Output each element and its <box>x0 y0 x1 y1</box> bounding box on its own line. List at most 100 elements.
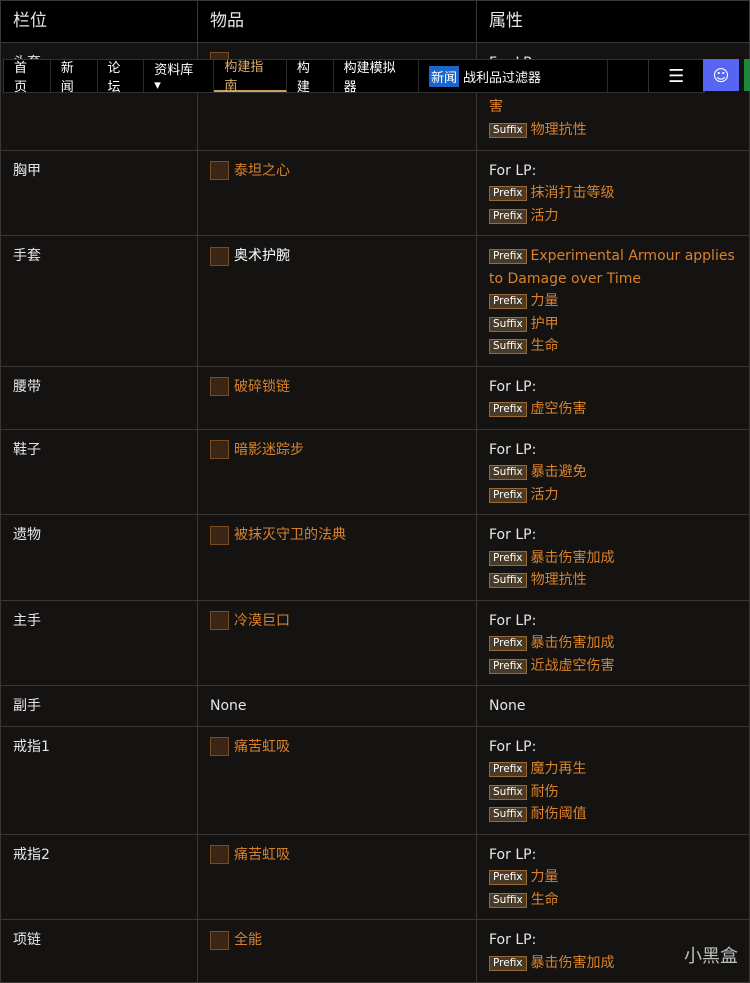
item-name: 全能 <box>234 932 262 948</box>
item-link[interactable]: 破碎锁链 <box>210 376 464 399</box>
attr-text: For LP: <box>489 527 537 543</box>
affix-text: 生命 <box>530 338 559 354</box>
item-cell: 痛苦虹吸 <box>197 833 477 920</box>
slot-name: 腰带 <box>13 378 41 395</box>
item-link[interactable]: 冷漠巨口 <box>210 610 464 633</box>
attr-text: For LP: <box>489 612 537 629</box>
affix-line: Prefix Experimental Armour applies to Dam… <box>489 245 737 290</box>
item-icon <box>210 246 229 266</box>
affix-line: Suffix 耐伤阈值 <box>489 803 737 826</box>
header-slot: 栏位 <box>0 0 198 43</box>
affix-line: Prefix 活力 <box>489 484 737 507</box>
nav-item[interactable]: 资料库 ▾ <box>144 60 215 93</box>
affix-badge: Suffix <box>489 465 527 480</box>
item-name: 冷漠巨口 <box>234 612 290 629</box>
affix-text: 抹消打击等级 <box>530 185 615 201</box>
item-name: 痛苦虹吸 <box>234 846 290 863</box>
item-icon <box>210 737 229 757</box>
affix-text: 虚空伤害 <box>530 401 587 417</box>
item-name: None <box>210 698 247 714</box>
watermark: 小黑盒 <box>684 946 738 967</box>
slot-name: 戒指1 <box>13 738 50 755</box>
header-attributes: 属性 <box>476 0 750 43</box>
attr-text: For LP: <box>489 738 537 755</box>
attr-text: For LP: <box>489 846 537 863</box>
item-cell: 奥术护腕 <box>197 235 477 367</box>
affix-line: Prefix 暴击伤害加成 <box>489 547 737 570</box>
affix-badge: Suffix <box>489 339 527 354</box>
item-name: 破碎锁链 <box>234 378 290 395</box>
item-icon <box>210 377 229 397</box>
discord-icon[interactable]: ☺ <box>703 59 739 91</box>
slot-cell: 鞋子 <box>0 428 198 515</box>
attributes-cell: Prefix Experimental Armour applies to Dam… <box>476 235 750 367</box>
table-row: 戒指1 痛苦虹吸 For LP: Prefix 魔力再生 Suffix 耐伤 Suffix 耐伤… <box>0 725 750 835</box>
slot-name: 戒指2 <box>13 846 50 863</box>
item-link[interactable]: 泰坦之心 <box>210 160 464 183</box>
affix-line: Prefix 近战虚空伤害 <box>489 655 737 678</box>
green-button[interactable] <box>744 59 750 91</box>
affix-line: Suffix 暴击避免 <box>489 461 737 484</box>
item-icon <box>210 440 229 460</box>
nav-item[interactable]: 构建指南 <box>214 60 287 94</box>
item-cell: 痛苦虹吸 <box>197 725 477 835</box>
item-name: 暗影迷踪步 <box>234 441 304 458</box>
nav-item[interactable]: 新闻 <box>51 60 98 95</box>
affix-text: 物理抗性 <box>530 121 587 138</box>
slot-cell: 副手 <box>0 685 198 727</box>
affix-line: Suffix 生命 <box>489 889 737 912</box>
affix-line: Suffix 耐伤 <box>489 781 737 804</box>
item-link[interactable]: 奥术护腕 <box>210 245 464 268</box>
slot-name: 手套 <box>13 248 41 264</box>
affix-text: 暴击伤害加成 <box>530 954 615 971</box>
attr-text: For LP: <box>489 162 537 179</box>
affix-badge: Prefix <box>489 208 527 224</box>
item-link[interactable]: 被抹灭守卫的法典 <box>210 524 464 547</box>
affix-text: 活力 <box>530 486 559 503</box>
item-icon <box>210 611 229 631</box>
slot-name: 主手 <box>13 612 41 629</box>
item-cell: 全能 <box>197 919 477 983</box>
nav-item[interactable]: 论坛 <box>98 60 145 95</box>
nav-item[interactable]: 构建 <box>287 60 334 95</box>
nav-item[interactable]: 构建模拟器 <box>334 60 420 95</box>
attributes-cell: For LP: Prefix 暴击伤害加成 Prefix 近战虚空伤害 <box>476 599 750 686</box>
table-row: 戒指2 痛苦虹吸 For LP: Prefix 力量 Suffix 生命 <box>0 833 750 920</box>
item-icon <box>210 161 229 181</box>
affix-badge: Prefix <box>489 762 527 777</box>
item-cell: 泰坦之心 <box>197 149 477 236</box>
loot-filter-label: 战利品过滤器 <box>463 70 542 86</box>
slot-cell: 遗物 <box>0 514 198 601</box>
item-link[interactable]: 痛苦虹吸 <box>210 844 464 867</box>
affix-line: Prefix 暴击伤害加成 <box>489 632 737 655</box>
affix-badge: Prefix <box>489 636 527 651</box>
table-row: 遗物 被抹灭守卫的法典 For LP: Prefix 暴击伤害加成 Suffix 物理抗性 <box>0 514 750 601</box>
item-link[interactable]: 全能 <box>210 929 464 952</box>
slot-cell: 手套 <box>0 235 198 367</box>
gear-table: 栏位 物品 属性 头套For LP:害Suffix物理抗性胸甲泰坦之心For L… <box>0 0 750 983</box>
item-link[interactable]: 暗影迷踪步 <box>210 439 464 462</box>
attr-text: None <box>489 698 526 714</box>
item-cell: 冷漠巨口 <box>197 599 477 686</box>
affix-text: 力量 <box>530 869 559 885</box>
affix-text: 近战虚空伤害 <box>530 657 615 674</box>
hamburger-icon[interactable]: ☰ <box>648 60 704 92</box>
nav-loot-filter[interactable]: 新闻 战利品过滤器 <box>419 60 609 92</box>
attributes-cell: None <box>476 685 750 727</box>
affix-text: 暴击避免 <box>530 464 587 480</box>
slot-name: 项链 <box>13 932 41 948</box>
item-cell: 破碎锁链 <box>197 365 477 430</box>
table-row: 胸甲 泰坦之心 For LP: Prefix 抹消打击等级 Prefix 活力 <box>0 149 750 236</box>
header-item: 物品 <box>197 0 477 43</box>
nav-item[interactable]: 首页 <box>4 60 51 95</box>
slot-name: 鞋子 <box>13 441 41 458</box>
affix-badge: Suffix <box>489 122 527 138</box>
affix-line: Suffix 物理抗性 <box>489 119 737 142</box>
slot-cell: 戒指1 <box>0 725 198 835</box>
slot-cell: 腰带 <box>0 365 198 430</box>
affix-text: 暴击伤害加成 <box>530 549 615 566</box>
affix-text: 暴击伤害加成 <box>530 635 615 651</box>
affix-text: 生命 <box>530 891 559 908</box>
affix-line: Prefix 力量 <box>489 290 737 313</box>
item-link[interactable]: 痛苦虹吸 <box>210 736 464 759</box>
